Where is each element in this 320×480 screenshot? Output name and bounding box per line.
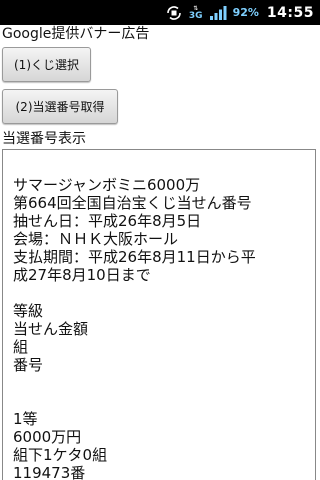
battery-percent: 92% bbox=[232, 6, 259, 19]
result-line: 組下1ケタ0組 bbox=[13, 446, 108, 464]
app-screen: Google提供バナー広告 (1)くじ選択 (2)当選番号取得 当選番号表示 サ… bbox=[0, 25, 320, 480]
result-line: 番号 bbox=[13, 356, 44, 374]
battery-icon: 92% bbox=[233, 3, 259, 23]
result-line bbox=[13, 284, 309, 302]
result-line: 119473番 bbox=[13, 464, 86, 480]
result-line: 当せん金額 bbox=[13, 320, 89, 338]
result-line: 6000万円 bbox=[13, 428, 82, 446]
result-line: サマージャンボミニ6000万 bbox=[13, 176, 201, 194]
result-line: 成27年8月10日まで bbox=[13, 266, 151, 284]
result-line: 等級 bbox=[13, 302, 44, 320]
status-bar: ⇅ 3G 92% 14:55 bbox=[0, 0, 320, 25]
network-type-label: 3G bbox=[188, 10, 203, 21]
fetch-winning-numbers-button[interactable]: (2)当選番号取得 bbox=[2, 89, 118, 124]
result-line: 第664回全国自治宝くじ当せん番号 bbox=[13, 194, 252, 212]
winning-numbers-label: 当選番号表示 bbox=[2, 131, 86, 147]
rotation-lock-icon bbox=[165, 3, 183, 23]
result-line bbox=[13, 392, 309, 410]
clock: 14:55 bbox=[266, 4, 314, 21]
result-line bbox=[13, 374, 309, 392]
data-3g-icon: ⇅ 3G bbox=[188, 4, 203, 21]
winning-numbers-display[interactable]: サマージャンボミニ6000万 第664回全国自治宝くじ当せん番号 抽せん日：平成… bbox=[2, 149, 316, 480]
result-line: 支払期間：平成26年8月11日から平 bbox=[13, 248, 256, 266]
result-line: 1等 bbox=[13, 410, 38, 428]
result-line: 会場：ＮＨＫ大阪ホール bbox=[13, 230, 179, 248]
result-line: 組 bbox=[13, 338, 29, 356]
result-line: 抽せん日：平成26年8月5日 bbox=[13, 212, 202, 230]
ad-banner-placeholder[interactable]: Google提供バナー広告 bbox=[2, 25, 149, 43]
select-lottery-button[interactable]: (1)くじ選択 bbox=[2, 47, 91, 82]
signal-strength-icon bbox=[209, 3, 227, 23]
